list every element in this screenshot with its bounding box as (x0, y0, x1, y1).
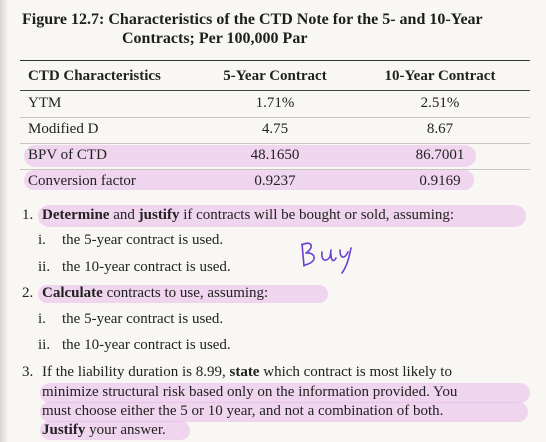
verb-determine: Determine (42, 207, 110, 223)
sub-text: the 5-year contract is used. (62, 232, 224, 248)
verb-state: state (229, 364, 260, 380)
row-10-year-value: 8.67 (426, 121, 454, 137)
sub-number: ii. (38, 259, 51, 275)
question-number: 3. (22, 364, 34, 380)
figure-title-line1: Figure 12.7: Characteristics of the CTD … (22, 11, 483, 28)
sub-text: the 10-year contract is used. (62, 337, 231, 353)
question-rest: contracts to use, assuming: (102, 285, 269, 301)
question-rest: if contracts will be bought or sold, ass… (179, 207, 455, 223)
table-row: Conversion factor 0.9237 0.9169 (20, 169, 530, 195)
table-row: Modified D 4.75 8.67 (20, 117, 530, 143)
sub-number: i. (38, 311, 46, 327)
row-5-year-value: 1.71% (255, 95, 295, 111)
row-10-year-value: 0.9169 (419, 173, 461, 189)
question-text-line3: must choose either the 5 or 10 year, and… (42, 403, 444, 419)
row-5-year-value: 4.75 (261, 121, 289, 137)
figure-title-line2: Contracts; Per 100,000 Par (122, 30, 308, 47)
question-number: 2. (22, 285, 34, 301)
sub-text: the 10-year contract is used. (62, 259, 231, 275)
textbook-page: Figure 12.7: Characteristics of the CTD … (0, 0, 546, 442)
header-ctd-characteristics: CTD Characteristics (28, 68, 161, 84)
row-5-year-value: 0.9237 (254, 173, 296, 189)
row-label: Modified D (28, 121, 99, 137)
table-row: YTM 1.71% 2.51% (20, 91, 530, 117)
row-label: BPV of CTD (28, 147, 107, 163)
line4-post: your answer. (85, 422, 166, 438)
question-text: Determine and justify if contracts will … (42, 206, 454, 225)
sub-text: the 5-year contract is used. (62, 311, 224, 327)
verb-justify: justify (138, 207, 180, 223)
row-10-year-value: 86.7001 (415, 147, 465, 163)
verb-justify: Justify (42, 422, 86, 438)
table-top-rule (20, 60, 530, 61)
question-text-line2: minimize structural risk based only on t… (42, 384, 458, 400)
question-text: Calculate contracts to use, assuming: (42, 284, 268, 303)
handwritten-buy-annotation (301, 242, 352, 274)
question-text-line1: If the liability duration is 8.99, state… (42, 363, 452, 382)
question-number: 1. (22, 207, 34, 223)
sub-number: ii. (38, 337, 51, 353)
row-label: YTM (28, 95, 62, 111)
question-text-line4: Justify your answer. (42, 421, 166, 440)
header-5-year: 5-Year Contract (223, 68, 327, 84)
figure-title: Figure 12.7: Characteristics of the CTD … (22, 10, 532, 48)
table-row: BPV of CTD 48.1650 86.7001 (20, 143, 530, 169)
row-5-year-value: 48.1650 (250, 147, 300, 163)
header-10-year: 10-Year Contract (384, 68, 496, 84)
conjunction: and (109, 207, 139, 223)
line1-pre: If the liability duration is 8.99, (42, 364, 230, 380)
sub-number: i. (38, 232, 46, 248)
table-header-row: CTD Characteristics 5-Year Contract 10-Y… (20, 64, 530, 90)
line1-post: which contract is most likely to (259, 364, 452, 380)
row-label: Conversion factor (28, 173, 136, 189)
page-edge-shadow (0, 0, 8, 442)
row-10-year-value: 2.51% (420, 95, 460, 111)
verb-calculate: Calculate (42, 285, 103, 301)
